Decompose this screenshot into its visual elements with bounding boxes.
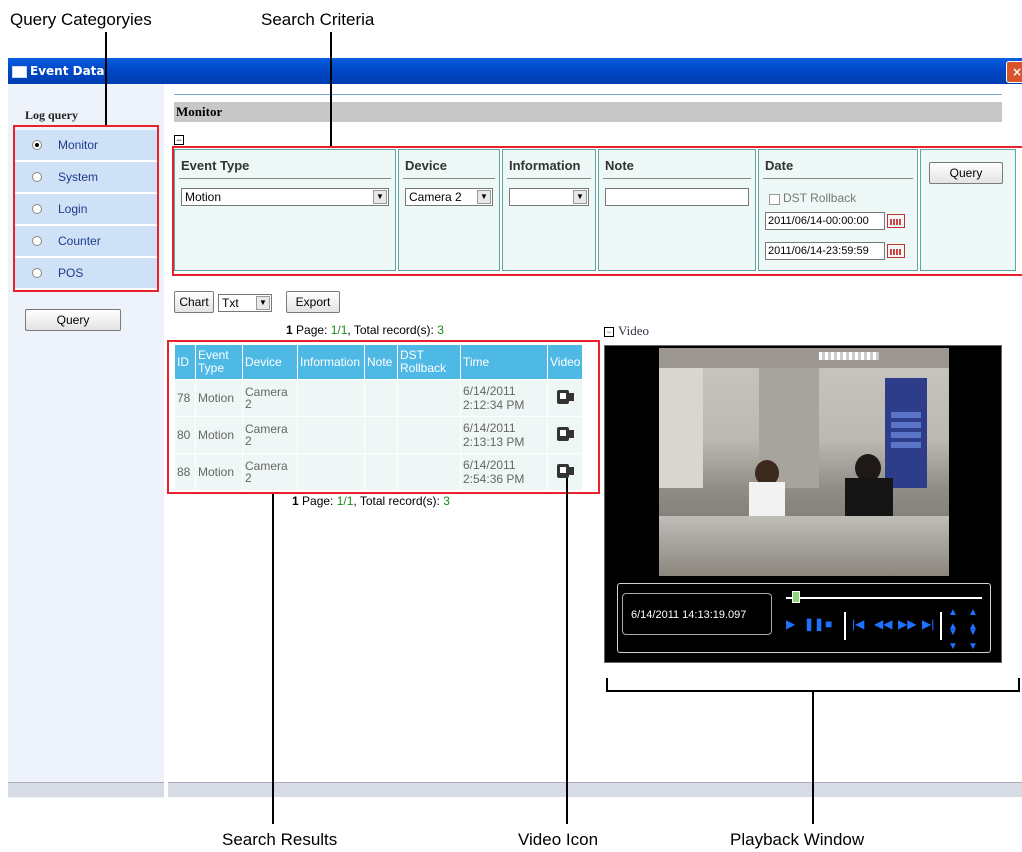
rewind-icon[interactable]: ◀◀ — [874, 617, 892, 631]
stop-icon[interactable]: ■ — [825, 617, 832, 631]
seek-track[interactable] — [786, 597, 982, 599]
format-select[interactable]: Txt ▼ — [218, 294, 272, 312]
playback-window: 6/14/2011 14:13:19.097 ▶ ❚❚ ■ |◀ ◀◀ ▶▶ ▶… — [604, 345, 1002, 663]
sidebar-title: Log query — [25, 108, 79, 122]
playback-controls: 6/14/2011 14:13:19.097 ▶ ❚❚ ■ |◀ ◀◀ ▶▶ ▶… — [617, 583, 991, 653]
annotation-box-query-categories — [13, 125, 159, 292]
page-link[interactable]: 1/1 — [337, 494, 354, 508]
callout-video-icon: Video Icon — [518, 830, 599, 849]
callout-query-categories: Query Categoryies — [10, 10, 152, 29]
video-section-header: − Video — [604, 323, 649, 339]
divider — [174, 94, 1002, 95]
timestamp-display: 6/14/2011 14:13:19.097 — [622, 593, 772, 635]
volume-down-icon[interactable]: ▼ ▼ — [968, 626, 978, 654]
leader-line — [566, 478, 568, 824]
total-count: 3 — [443, 494, 450, 508]
play-icon[interactable]: ▶ — [786, 617, 795, 631]
callout-search-results: Search Results — [222, 830, 338, 849]
sidebar-query-button[interactable]: Query — [25, 309, 121, 331]
main-scrollbar[interactable] — [168, 782, 1022, 797]
video-frame — [659, 348, 949, 576]
paging-bottom: 1 Page: 1/1, Total record(s): 3 — [292, 494, 450, 508]
skip-to-start-icon[interactable]: |◀ — [852, 617, 864, 631]
page-number: 1 — [286, 323, 293, 337]
callout-search-criteria: Search Criteria — [261, 10, 375, 29]
title-bar[interactable]: Event Data × — [8, 58, 1022, 84]
format-value: Txt — [222, 296, 239, 310]
pause-icon[interactable]: ❚❚ — [804, 617, 824, 631]
leader-line — [105, 32, 107, 125]
collapse-criteria-icon[interactable]: − — [174, 135, 184, 145]
leader-line — [272, 494, 274, 824]
paging-top: 1 Page: 1/1, Total record(s): 3 — [286, 323, 444, 337]
chart-button[interactable]: Chart — [174, 291, 214, 313]
window-icon — [12, 66, 27, 78]
close-icon[interactable]: × — [1006, 61, 1022, 83]
leader-line — [330, 32, 332, 146]
callout-playback-window: Playback Window — [730, 830, 865, 849]
annotation-box-search-criteria — [172, 146, 1022, 276]
section-title: Monitor — [174, 102, 1002, 122]
collapse-video-icon[interactable]: − — [604, 327, 614, 338]
seek-handle[interactable] — [792, 591, 800, 603]
sidebar-scrollbar[interactable] — [8, 782, 164, 797]
divider — [844, 612, 846, 640]
total-label: , Total record(s): — [347, 323, 438, 337]
page-word: Page: — [292, 323, 331, 337]
page-link[interactable]: 1/1 — [331, 323, 348, 337]
total-count: 3 — [437, 323, 444, 337]
annotation-box-search-results — [167, 340, 600, 494]
export-button[interactable]: Export — [286, 291, 340, 313]
page-word: Page: — [298, 494, 337, 508]
skip-to-end-icon[interactable]: ▶| — [922, 617, 934, 631]
leader-line — [812, 690, 814, 824]
total-label: , Total record(s): — [353, 494, 444, 508]
bracket-line — [606, 678, 608, 692]
page-number: 1 — [292, 494, 299, 508]
speed-down-icon[interactable]: ▼ ▼ — [948, 626, 958, 654]
video-label: Video — [618, 323, 649, 338]
divider — [940, 612, 942, 640]
bracket-line — [1018, 678, 1020, 692]
window-title: Event Data — [30, 64, 105, 78]
fast-forward-icon[interactable]: ▶▶ — [898, 617, 916, 631]
chevron-down-icon[interactable]: ▼ — [256, 296, 270, 310]
